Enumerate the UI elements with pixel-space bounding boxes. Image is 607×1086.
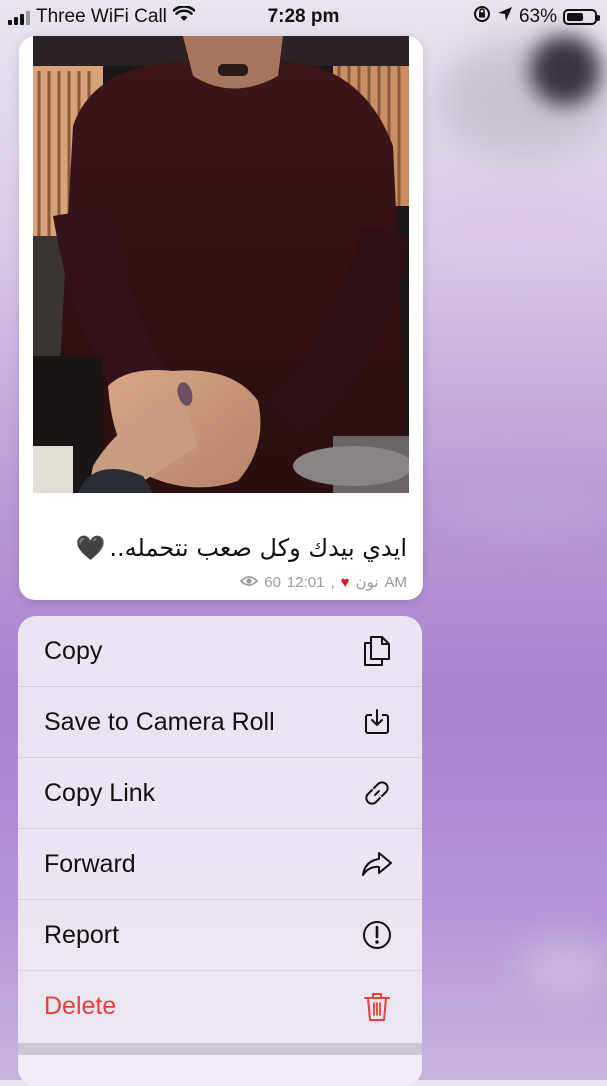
background-blur-avatar xyxy=(530,35,600,105)
menu-item-label: Forward xyxy=(44,849,136,878)
status-bar: Three WiFi Call 7:28 pm 63% xyxy=(0,0,607,34)
signal-icon xyxy=(8,9,30,25)
caption-text: ايدي بيدك وكل صعب نتحمله.. xyxy=(109,534,407,562)
menu-item-copy[interactable]: Copy xyxy=(18,616,422,687)
menu-item-delete[interactable]: Delete xyxy=(18,971,422,1042)
message-time: 12:01 xyxy=(286,573,325,591)
menu-item-label: Copy Link xyxy=(44,778,156,807)
orientation-lock-icon xyxy=(473,5,491,29)
red-heart-emoji: ♥ xyxy=(340,573,350,591)
carrier-label: Three WiFi Call xyxy=(36,6,167,27)
menu-item-label: Report xyxy=(44,920,120,949)
message-photo[interactable] xyxy=(33,36,409,493)
context-menu: Copy Save to Camera Roll Copy Link Forwa… xyxy=(18,616,422,1086)
message-meta: 60 12:01 , ♥ نون AM xyxy=(240,573,407,591)
eye-icon xyxy=(240,574,259,591)
battery-icon xyxy=(563,9,600,25)
menu-item-report[interactable]: Report xyxy=(18,900,422,971)
trash-icon xyxy=(360,990,394,1024)
menu-item-forward[interactable]: Forward xyxy=(18,829,422,900)
link-icon xyxy=(360,776,394,810)
report-exclamation-icon xyxy=(360,918,394,952)
wifi-icon xyxy=(172,5,196,28)
author-signature: نون xyxy=(355,574,379,591)
message-bubble[interactable]: ايدي بيدك وكل صعب نتحمله.. 🖤 60 12:01 , … xyxy=(19,36,423,600)
background-blur xyxy=(430,200,607,260)
location-icon xyxy=(497,6,513,28)
menu-item-save-to-camera-roll[interactable]: Save to Camera Roll xyxy=(18,687,422,758)
menu-item-label: Delete xyxy=(44,992,117,1020)
forward-arrow-icon xyxy=(360,847,394,881)
save-download-icon xyxy=(360,705,394,739)
meta-separator: , xyxy=(330,573,335,591)
menu-item-label: Copy xyxy=(44,636,103,665)
menu-extra-section xyxy=(18,1055,422,1086)
time-ampm: AM xyxy=(384,573,408,591)
background-blur xyxy=(440,480,607,530)
copy-icon xyxy=(360,634,394,668)
menu-item-copy-link[interactable]: Copy Link xyxy=(18,758,422,829)
black-heart-emoji: 🖤 xyxy=(75,534,106,562)
menu-separator xyxy=(18,1043,422,1055)
view-count: 60 xyxy=(264,573,281,591)
battery-percent: 63% xyxy=(518,6,557,27)
message-caption: ايدي بيدك وكل صعب نتحمله.. 🖤 xyxy=(75,534,407,562)
background-blur xyxy=(520,940,607,1000)
menu-item-label: Save to Camera Roll xyxy=(44,707,275,736)
